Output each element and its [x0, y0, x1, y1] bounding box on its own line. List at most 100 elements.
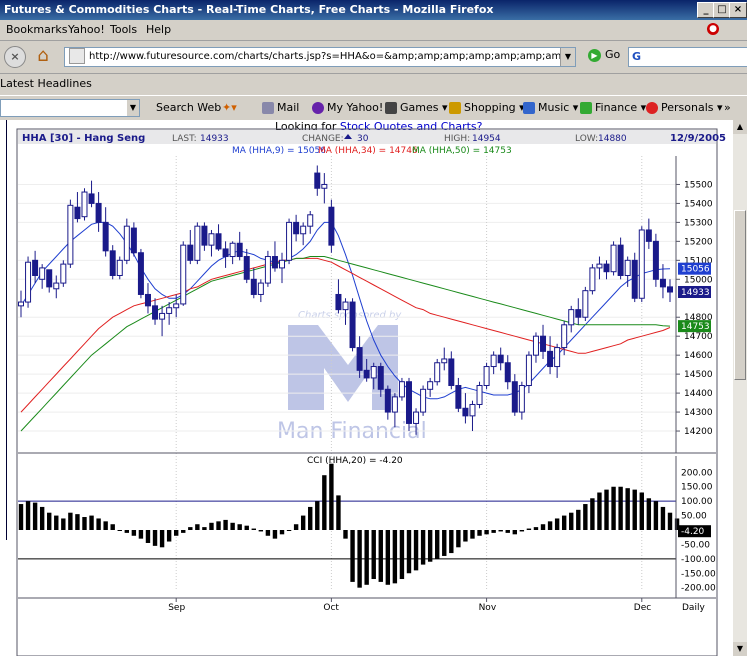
candle-body: [18, 301, 24, 307]
candle-body: [74, 206, 81, 220]
stop-load-button[interactable]: ×: [4, 46, 26, 68]
cci-bar: [371, 530, 376, 580]
personals-button[interactable]: Personals ▾: [646, 101, 723, 114]
price-tick-label: 14500: [684, 370, 713, 380]
cci-bar: [547, 521, 553, 530]
candle-body: [596, 263, 603, 269]
candle-body: [356, 347, 363, 371]
candle-body: [667, 286, 673, 293]
cci-bar: [195, 524, 200, 530]
candle-body: [123, 225, 130, 261]
candle-body: [271, 256, 278, 269]
games-button[interactable]: Games ▾: [385, 101, 448, 114]
scroll-thumb[interactable]: [734, 210, 746, 380]
cci-bar: [25, 501, 31, 530]
candle-body: [144, 293, 151, 307]
candle-body: [279, 259, 286, 269]
candle-body: [321, 183, 328, 189]
cci-bar: [61, 518, 66, 530]
cci-bar: [653, 501, 659, 530]
google-icon: G: [632, 50, 642, 63]
latest-headlines-bar[interactable]: Latest Headlines: [0, 74, 747, 94]
menu-help[interactable]: Help: [146, 23, 171, 36]
ma-line-2: [20, 256, 671, 432]
search-dropdown-icon[interactable]: ▼: [127, 100, 139, 116]
scroll-down-arrow[interactable]: ▼: [733, 642, 747, 656]
scroll-up-arrow[interactable]: ▲: [733, 120, 747, 134]
candle-body: [187, 244, 194, 261]
candle-body: [173, 303, 180, 309]
candle-body: [462, 407, 469, 417]
finance-button[interactable]: Finance ▾: [580, 101, 646, 114]
url-dropdown-button[interactable]: ▼: [560, 48, 575, 66]
candle-body: [652, 240, 659, 280]
menu-tools[interactable]: Tools: [110, 23, 137, 36]
home-icon[interactable]: ⌂: [32, 45, 54, 67]
search-web-button[interactable]: Search Web: [156, 101, 221, 114]
candle-body: [32, 259, 39, 276]
cci-bar: [54, 515, 59, 530]
candle-body: [645, 229, 652, 242]
candle-body: [137, 252, 144, 295]
toolbar-overflow-button[interactable]: »: [724, 101, 731, 114]
cci-bar: [293, 524, 299, 530]
cci-bar: [159, 530, 165, 548]
cci-bar: [300, 515, 306, 530]
candle-body: [427, 381, 434, 390]
cci-bar: [272, 530, 278, 539]
candle-body: [159, 312, 166, 320]
mail-icon: [262, 102, 274, 114]
candle-body: [335, 293, 342, 311]
price-tick-label: 15000: [684, 275, 713, 285]
go-button[interactable]: ▶ Go: [588, 48, 620, 62]
cci-bar: [131, 530, 137, 536]
candle-body: [617, 244, 624, 276]
cci-bar: [315, 501, 320, 530]
search-engine-box[interactable]: G: [628, 47, 747, 67]
cci-bar: [364, 530, 369, 585]
price-tick-label: 14600: [684, 351, 713, 361]
mail-button[interactable]: Mail: [262, 101, 299, 114]
cci-bar: [470, 530, 475, 539]
candle-body: [532, 335, 539, 356]
ma34-legend: MA (HHA,34) = 14746: [318, 146, 418, 156]
cci-tick-label: 50.00: [681, 512, 707, 522]
candle-body: [405, 381, 412, 424]
candle-body: [286, 221, 293, 261]
candle-body: [659, 278, 666, 288]
candle-body: [610, 244, 617, 273]
cci-bar: [110, 524, 115, 530]
cci-bar: [258, 530, 264, 532]
cci-bar: [442, 530, 447, 556]
latest-headlines-label[interactable]: Latest Headlines: [0, 77, 92, 90]
cci-bar: [597, 492, 602, 530]
cci-bar: [604, 489, 609, 530]
yahoo-search-input[interactable]: ▼: [0, 99, 140, 117]
close-window-button[interactable]: ×: [729, 2, 747, 18]
url-bar[interactable]: http://www.futuresource.com/charts/chart…: [64, 47, 576, 67]
cci-bar: [399, 530, 405, 580]
price-flag-label: 14753: [681, 322, 710, 332]
menu-yahoo[interactable]: Yahoo!: [68, 23, 105, 36]
menu-bookmarks[interactable]: Bookmarks: [6, 23, 67, 36]
music-button[interactable]: Music ▾: [523, 101, 578, 114]
cci-value-label: -4.20: [681, 527, 705, 537]
candle-body: [398, 381, 405, 398]
candle-body: [201, 225, 208, 246]
cci-bar: [265, 530, 271, 536]
cci-bar: [322, 475, 327, 530]
crosshair-icon[interactable]: ✦▾: [222, 101, 237, 114]
cci-bar: [484, 530, 489, 535]
cci-bar: [166, 530, 172, 542]
shopping-button[interactable]: Shopping ▾: [449, 101, 525, 114]
stop-icon[interactable]: ●: [707, 23, 719, 35]
candle-body: [554, 347, 561, 368]
candle-body: [95, 202, 102, 223]
cci-bar: [244, 525, 249, 530]
candle-body: [342, 301, 349, 311]
my-yahoo-button[interactable]: My Yahoo!: [312, 101, 383, 114]
ma9-legend: MA (HHA,9) = 15056: [232, 146, 326, 156]
candle-body: [448, 358, 455, 387]
cci-bar: [329, 463, 334, 530]
vertical-scrollbar[interactable]: ▲ ▼: [733, 120, 747, 656]
